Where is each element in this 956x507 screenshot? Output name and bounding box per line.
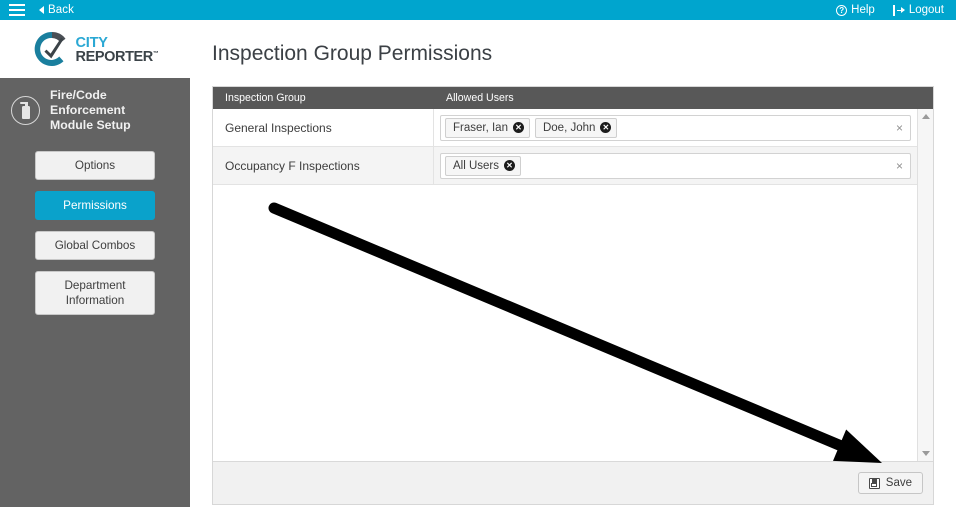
- grid-rows: General Inspections Fraser, Ian ✕ Doe, J…: [213, 109, 917, 185]
- user-chip[interactable]: All Users ✕: [445, 155, 522, 176]
- chip-remove-icon[interactable]: ✕: [600, 122, 612, 133]
- table-row: Occupancy F Inspections All Users ✕ ×: [213, 147, 917, 185]
- module-title-line-2: Module Setup: [50, 118, 131, 132]
- allowed-users-multiselect[interactable]: All Users ✕ ×: [440, 152, 911, 179]
- sidebar-item-permissions[interactable]: Permissions: [35, 191, 155, 220]
- sidebar-item-permissions-label: Permissions: [63, 199, 127, 212]
- grid-header-row: Inspection Group Allowed Users: [213, 87, 933, 109]
- app-logo[interactable]: CITY REPORTER™: [0, 20, 190, 78]
- panel-footer: Save: [213, 461, 933, 504]
- user-chip-label: Fraser, Ian: [453, 121, 508, 134]
- clear-all-icon[interactable]: ×: [896, 160, 903, 172]
- help-button[interactable]: ? Help: [836, 4, 875, 16]
- chip-remove-icon[interactable]: ✕: [512, 122, 524, 133]
- save-button[interactable]: Save: [857, 472, 923, 494]
- sidebar-nav: Options Permissions Global Combos Depart…: [0, 143, 190, 315]
- clear-all-icon[interactable]: ×: [896, 122, 903, 134]
- floppy-disk-icon: [868, 477, 880, 489]
- hamburger-menu-icon[interactable]: [9, 4, 25, 16]
- sidebar-item-global-combos[interactable]: Global Combos: [35, 231, 155, 260]
- grid-vertical-scrollbar[interactable]: [917, 109, 933, 461]
- logo-line-city: CITY: [75, 34, 108, 51]
- save-button-label: Save: [885, 477, 912, 489]
- help-button-label: Help: [851, 4, 875, 16]
- fire-extinguisher-icon: [11, 96, 40, 125]
- user-chip-label: All Users: [453, 159, 500, 172]
- column-header-inspection-group: Inspection Group: [225, 92, 306, 104]
- module-title-line-1: Fire/Code Enforcement: [50, 88, 126, 117]
- cell-allowed-users: All Users ✕ ×: [434, 148, 917, 184]
- back-button-label: Back: [48, 4, 74, 16]
- user-chip-label: Doe, John: [542, 121, 596, 134]
- sidebar-item-options-label: Options: [74, 159, 116, 172]
- grid-body: General Inspections Fraser, Ian ✕ Doe, J…: [213, 109, 933, 461]
- grid-header-scroll-spacer: [917, 87, 933, 109]
- page-title: Inspection Group Permissions: [212, 42, 493, 65]
- city-reporter-check-logo: [32, 29, 72, 69]
- column-header-allowed-users: Allowed Users: [446, 92, 514, 104]
- main-content: Inspection Group Permissions Inspection …: [190, 20, 956, 507]
- sidebar-item-department-information[interactable]: Department Information: [35, 271, 155, 315]
- user-chip[interactable]: Fraser, Ian ✕: [445, 117, 530, 138]
- module-title: Fire/Code Enforcement Module Setup: [50, 88, 180, 133]
- logo-line-reporter: REPORTER: [75, 49, 154, 65]
- top-bar: Back ? Help Logout: [0, 0, 956, 20]
- chip-remove-icon[interactable]: ✕: [504, 160, 516, 171]
- user-chip[interactable]: Doe, John ✕: [534, 117, 618, 138]
- trademark-mark: ™: [152, 51, 159, 58]
- allowed-users-multiselect[interactable]: Fraser, Ian ✕ Doe, John ✕ ×: [440, 114, 911, 141]
- permissions-panel: Inspection Group Allowed Users General I…: [212, 86, 934, 505]
- table-row: General Inspections Fraser, Ian ✕ Doe, J…: [213, 109, 917, 147]
- back-button[interactable]: Back: [39, 4, 74, 16]
- cell-inspection-group: General Inspections: [213, 109, 434, 146]
- question-circle-icon: ?: [836, 4, 848, 16]
- cell-inspection-group: Occupancy F Inspections: [213, 147, 434, 184]
- logout-button-label: Logout: [908, 4, 944, 16]
- sidebar-item-department-information-label: Department Information: [64, 279, 126, 307]
- module-header: Fire/Code Enforcement Module Setup: [0, 78, 190, 143]
- sidebar: CITY REPORTER™ Fire/Code Enforcement Mod…: [0, 20, 190, 507]
- scroll-down-arrow-icon[interactable]: [921, 451, 930, 456]
- scroll-up-arrow-icon[interactable]: [921, 114, 930, 119]
- app-logo-text: CITY REPORTER™: [76, 34, 159, 65]
- chevron-left-icon: [39, 6, 44, 14]
- cell-allowed-users: Fraser, Ian ✕ Doe, John ✕ ×: [434, 110, 917, 146]
- top-bar-actions: ? Help Logout: [836, 4, 944, 16]
- sign-out-icon: [892, 4, 905, 16]
- logout-button[interactable]: Logout: [892, 4, 944, 16]
- sidebar-item-global-combos-label: Global Combos: [54, 239, 136, 252]
- sidebar-item-options[interactable]: Options: [35, 151, 155, 180]
